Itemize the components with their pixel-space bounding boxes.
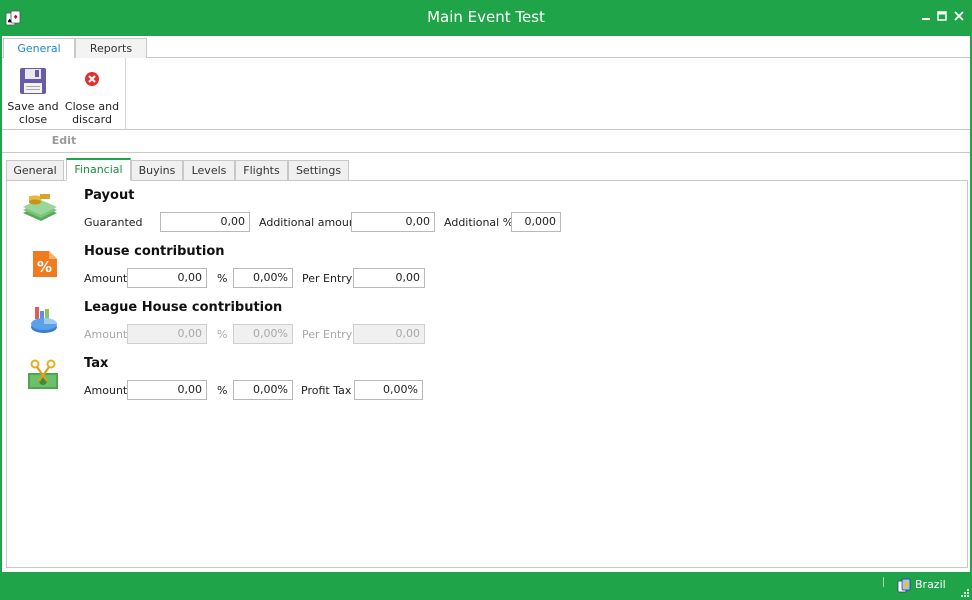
additional-amount-label: Additional amount [259,216,361,229]
ribbon-tab-reports[interactable]: Reports [75,38,147,59]
close-and-discard-label: Close and discard [64,100,120,126]
house-percent-field[interactable]: 0,00% [233,268,293,288]
title-bar: ♦ ♠ Main Event Test [0,0,972,36]
tax-percent-field[interactable]: 0,00% [233,380,293,400]
chart-pie-icon [31,307,57,333]
league-amount-label: Amount [84,328,128,341]
league-per-entry-field: 0,00 [353,324,425,344]
ribbon-group-label: Edit [51,134,77,147]
league-percent-field: 0,00% [233,324,293,344]
tax-title: Tax [84,356,109,371]
close-icon[interactable] [951,9,967,25]
status-separator [883,577,884,587]
tab-general[interactable]: General [6,160,64,181]
house-per-entry-field[interactable]: 0,00 [353,268,425,288]
cancel-x-icon [85,72,99,86]
ribbon-tab-bar: General Reports [2,36,970,59]
save-and-close-button[interactable]: Save and close [4,64,62,126]
svg-text:%: % [37,258,52,276]
ribbon-tab-general[interactable]: General [3,38,75,59]
ribbon-group-edit: Save and close Close and discard [2,58,126,130]
maximize-icon[interactable] [934,9,950,25]
additional-percent-field[interactable]: 0,000 [511,212,561,232]
tax-percent-label: % [217,384,228,397]
tab-flights[interactable]: Flights [235,160,288,181]
resize-grip-icon[interactable] [960,588,970,598]
house-amount-field[interactable]: 0,00 [127,268,207,288]
client-area: General Reports Save and close Close and… [2,36,970,572]
minimize-icon[interactable] [918,9,934,25]
league-percent-label: % [217,328,228,341]
additional-percent-label: Additional % [444,216,514,229]
region-status[interactable]: Brazil [915,578,946,591]
window-title: Main Event Test [427,8,545,26]
app-window: ♦ ♠ Main Event Test General Reports Save… [0,0,972,600]
tax-amount-label: Amount [84,384,128,397]
additional-amount-field[interactable]: 0,00 [351,212,435,232]
financial-panel: Payout Guaranted 0,00 Additional amount … [6,180,968,568]
ribbon-separator [2,152,970,153]
tax-amount-field[interactable]: 0,00 [127,380,207,400]
money-scissors-icon [28,359,58,389]
house-amount-label: Amount [84,272,128,285]
house-contribution-title: House contribution [84,244,225,259]
profit-tax-field[interactable]: 0,00% [354,380,423,400]
ribbon-body: Save and close Close and discard [2,58,970,130]
tab-buyins[interactable]: Buyins [131,160,183,181]
close-and-discard-button[interactable]: Close and discard [63,64,121,126]
floppy-disk-icon [20,68,46,94]
house-percent-label: % [217,272,228,285]
tab-levels[interactable]: Levels [183,160,235,181]
house-per-entry-label: Per Entry [302,272,353,285]
profit-tax-label: Profit Tax [301,384,352,397]
league-per-entry-label: Per Entry [302,328,353,341]
tab-strip: General Financial Buyins Levels Flights … [6,158,968,181]
league-amount-field: 0,00 [127,324,207,344]
tab-settings[interactable]: Settings [288,160,349,181]
status-bar: Brazil [0,572,972,600]
tab-financial[interactable]: Financial [66,158,131,181]
save-and-close-label: Save and close [7,100,59,126]
percent-tag-icon: % [33,251,57,277]
league-house-contribution-title: League House contribution [84,300,283,315]
guaranted-label: Guaranted [84,216,143,229]
guaranted-field[interactable]: 0,00 [160,212,250,232]
cards-region-icon [897,578,911,593]
payout-title: Payout [84,188,135,203]
money-stack-icon [23,194,57,221]
